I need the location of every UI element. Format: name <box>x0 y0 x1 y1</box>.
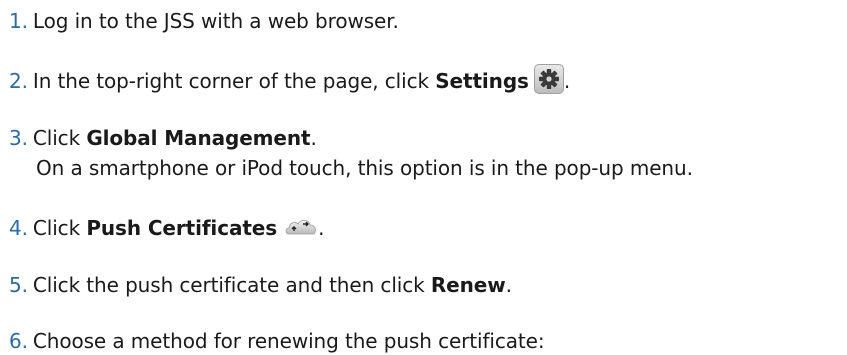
step-6: 6. Choose a method for renewing the push … <box>9 327 545 355</box>
step-text: Choose a method for renewing the push ce… <box>32 329 545 353</box>
step-number: 6. <box>9 329 28 353</box>
global-management-label: Global Management <box>86 126 311 150</box>
step-note: On a smartphone or iPod touch, this opti… <box>36 156 693 180</box>
step-text: In the top-right corner of the page, cli… <box>32 69 436 93</box>
step-text: Log in to the JSS with a web browser. <box>32 9 399 33</box>
step-text: Click the push certificate and then clic… <box>32 273 431 297</box>
cloud-sync-icon <box>284 215 318 234</box>
step-text-end: . <box>318 216 325 240</box>
step-number: 2. <box>9 69 28 93</box>
step-text-end: . <box>505 273 512 297</box>
gear-icon <box>533 63 564 94</box>
step-text-end: . <box>310 126 317 150</box>
step-text: Click <box>32 216 87 240</box>
step-number: 5. <box>9 273 28 297</box>
step-1: 1. Log in to the JSS with a web browser. <box>9 7 399 35</box>
step-5: 5. Click the push certificate and then cl… <box>9 271 512 299</box>
step-number: 3. <box>9 126 28 150</box>
settings-label: Settings <box>435 69 529 93</box>
step-2: 2. In the top-right corner of the page, c… <box>9 63 571 98</box>
step-text: Click <box>32 126 87 150</box>
step-number: 4. <box>9 216 28 240</box>
step-4: 4. Click Push Certificates . <box>9 214 324 242</box>
push-certificates-label: Push Certificates <box>86 216 278 240</box>
step-3: 3. Click Global Management. On a smartpho… <box>9 124 693 182</box>
step-number: 1. <box>9 9 28 33</box>
step-text-end: . <box>563 69 571 93</box>
renew-label: Renew <box>430 273 506 297</box>
